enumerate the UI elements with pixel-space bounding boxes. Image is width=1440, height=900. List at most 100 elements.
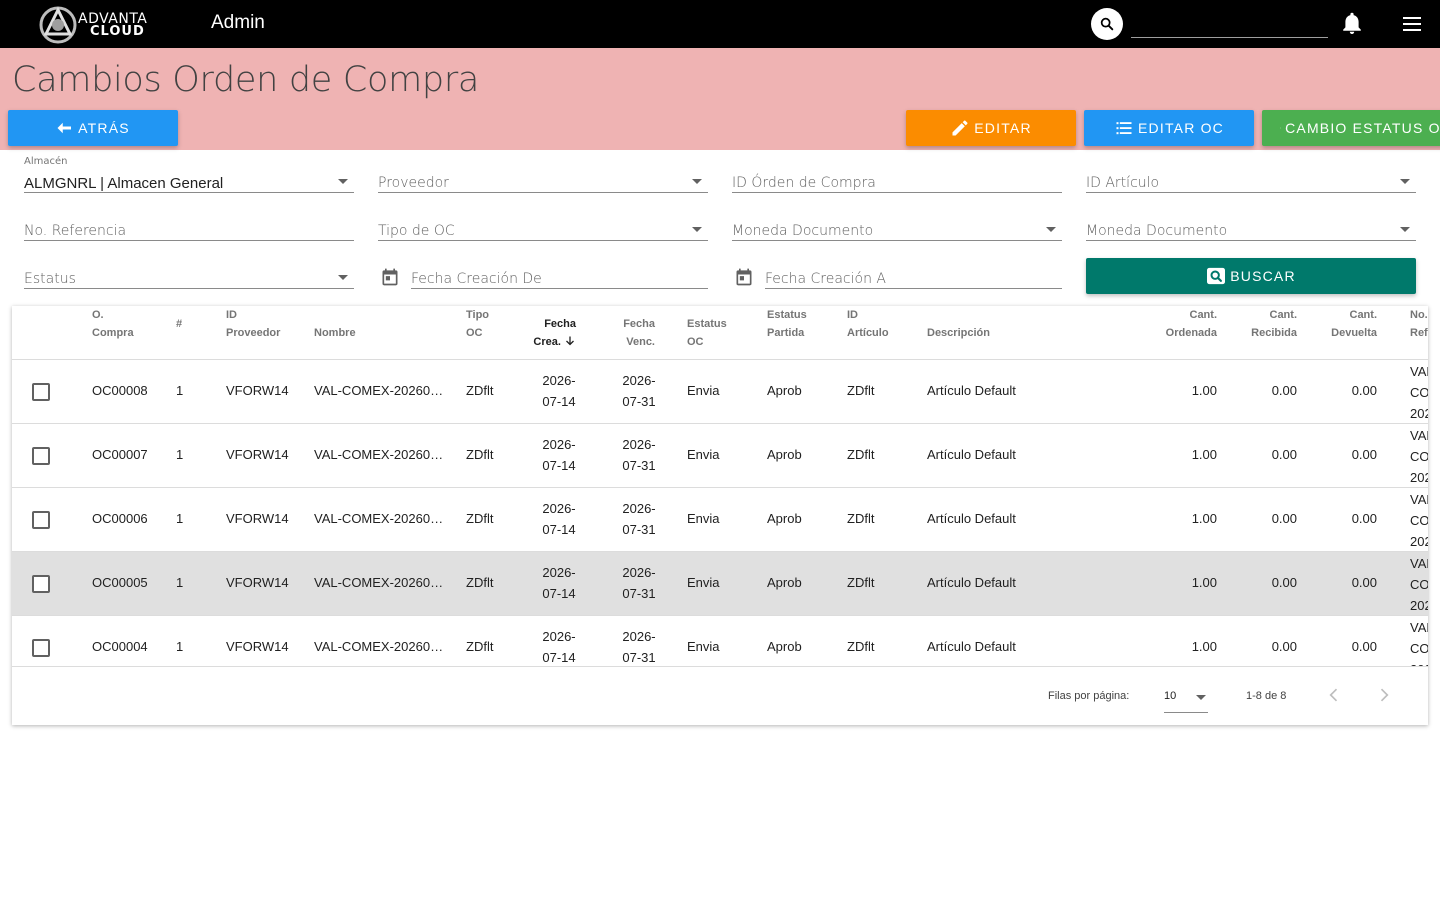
table-row[interactable]: OC00008 1 VFORW14 VAL-COMEX-20260… ZDflt… <box>12 360 1428 424</box>
table-row[interactable]: OC00007 1 VFORW14 VAL-COMEX-20260… ZDflt… <box>12 424 1428 488</box>
tipo-oc-select[interactable]: Tipo de OC <box>378 201 708 241</box>
col-header-oc[interactable]: O. Compra <box>92 306 134 342</box>
table-body: OC00008 1 VFORW14 VAL-COMEX-20260… ZDflt… <box>12 360 1428 666</box>
edit-button[interactable]: EDITAR <box>906 110 1076 146</box>
rows-per-page-value: 10 <box>1164 690 1177 702</box>
col-header-cant-devuelta[interactable]: Cant. Devuelta <box>1317 306 1377 342</box>
chevron-down-icon <box>338 275 348 280</box>
cell-nombre: VAL-COMEX-20260… <box>314 511 444 526</box>
cell-cant-devuelta: 0.00 <box>1351 447 1377 462</box>
fecha-creacion-a-input[interactable]: Fecha Creación A <box>765 249 1062 289</box>
list-icon <box>1116 122 1132 135</box>
cell-fecha-creacion: 2026- 07-14 <box>542 437 576 473</box>
cell-fecha-vencimiento: 2026- 07-31 <box>622 437 656 473</box>
cell-descripcion: Artículo Default <box>927 383 1016 398</box>
col-header-descripcion[interactable]: Descripción <box>927 324 990 342</box>
cell-fecha-vencimiento: 2026- 07-31 <box>622 501 656 537</box>
search-box-icon <box>1207 267 1226 285</box>
cell-num: 1 <box>176 575 184 590</box>
logo-mark-icon <box>39 6 77 44</box>
chevron-down-icon <box>1400 179 1410 184</box>
col-header-id-articulo[interactable]: ID Artículo <box>847 306 889 342</box>
global-search-input[interactable] <box>1131 10 1328 38</box>
row-checkbox[interactable] <box>32 447 50 465</box>
cell-fecha-creacion: 2026- 07-14 <box>542 373 576 409</box>
app-title: Admin <box>211 12 265 33</box>
cell-oc[interactable]: OC00005 <box>92 575 148 590</box>
bell-icon <box>1343 12 1361 34</box>
table-row[interactable]: OC00006 1 VFORW14 VAL-COMEX-20260… ZDflt… <box>12 488 1428 552</box>
col-header-tipo-oc[interactable]: Tipo OC <box>466 306 489 342</box>
cell-cant-devuelta: 0.00 <box>1351 639 1377 654</box>
row-checkbox[interactable] <box>32 639 50 657</box>
col-header-num[interactable]: # <box>176 315 182 333</box>
row-checkbox[interactable] <box>32 383 50 401</box>
main-menu-button[interactable] <box>1400 12 1424 36</box>
arrow-left-icon <box>57 122 72 134</box>
cell-num: 1 <box>176 383 184 398</box>
estatus-select[interactable]: Estatus <box>24 249 354 289</box>
cell-fecha-creacion: 2026- 07-14 <box>542 629 576 665</box>
cell-cant-ordenada: 1.00 <box>1191 383 1217 398</box>
search-submit-button[interactable]: BUSCAR <box>1086 258 1416 294</box>
cell-id-proveedor: VFORW14 <box>226 639 289 654</box>
cell-cant-recibida: 0.00 <box>1271 575 1297 590</box>
col-header-estatus-partida[interactable]: Estatus Partida <box>767 306 807 342</box>
chevron-right-icon[interactable] <box>1374 685 1394 705</box>
col-header-fecha-creacion[interactable]: Fecha Crea. <box>526 315 576 351</box>
col-header-nombre[interactable]: Nombre <box>314 324 356 342</box>
back-button[interactable]: ATRÁS <box>8 110 178 146</box>
cell-descripcion: Artículo Default <box>927 447 1016 462</box>
rows-per-page-select[interactable]: 10 <box>1164 681 1208 713</box>
notifications-button[interactable] <box>1340 12 1364 36</box>
col-header-no-referencia[interactable]: No. Ref <box>1410 306 1428 342</box>
no-referencia-input[interactable]: No. Referencia <box>24 201 354 241</box>
cell-oc[interactable]: OC00008 <box>92 383 148 398</box>
cell-nombre: VAL-COMEX-20260… <box>314 575 444 590</box>
almacen-select[interactable]: Almacén ALMGNRL | Almacen General <box>24 153 354 193</box>
cell-cant-recibida: 0.00 <box>1271 447 1297 462</box>
calendar-icon[interactable] <box>734 266 754 288</box>
moneda-documento-select[interactable]: Moneda Documento <box>732 201 1062 241</box>
advanta-cloud-logo[interactable]: ADVANTA CLOUD <box>36 4 158 44</box>
cell-oc[interactable]: OC00007 <box>92 447 148 462</box>
menu-icon <box>1403 17 1421 31</box>
table-row[interactable]: OC00004 1 VFORW14 VAL-COMEX-20260… ZDflt… <box>12 616 1428 666</box>
cell-id-articulo: ZDflt <box>847 575 875 590</box>
search-button[interactable] <box>1091 8 1123 40</box>
swap-icon <box>1280 127 1281 129</box>
id-articulo-placeholder: ID Artículo <box>1086 175 1160 191</box>
calendar-icon[interactable] <box>380 266 400 288</box>
search-submit-label: BUSCAR <box>1230 268 1296 284</box>
row-checkbox[interactable] <box>32 511 50 529</box>
cell-estatus-oc: Envia <box>687 383 720 398</box>
pencil-icon <box>952 120 968 136</box>
col-header-cant-ordenada[interactable]: Cant. Ordenada <box>1147 306 1217 342</box>
status-change-button[interactable]: CAMBIO ESTATUS OC <box>1262 110 1440 146</box>
proveedor-select[interactable]: Proveedor <box>378 153 708 193</box>
logo-text-line2: CLOUD <box>90 24 145 39</box>
col-header-id-proveedor[interactable]: ID Proveedor <box>226 306 280 342</box>
col-header-estatus-oc[interactable]: Estatus OC <box>687 315 727 351</box>
col-header-cant-recibida[interactable]: Cant. Recibida <box>1237 306 1297 342</box>
fecha-creacion-de-input[interactable]: Fecha Creación De <box>411 249 708 289</box>
row-checkbox[interactable] <box>32 575 50 593</box>
cell-oc[interactable]: OC00006 <box>92 511 148 526</box>
cell-fecha-creacion: 2026- 07-14 <box>542 501 576 537</box>
moneda-documento-select-2[interactable]: Moneda Documento <box>1086 201 1416 241</box>
table-row[interactable]: OC00005 1 VFORW14 VAL-COMEX-20260… ZDflt… <box>12 552 1428 616</box>
id-orden-input[interactable]: ID Órden de Compra <box>732 153 1062 193</box>
cell-oc[interactable]: OC00004 <box>92 639 148 654</box>
cell-fecha-vencimiento: 2026- 07-31 <box>622 629 656 665</box>
almacen-label: Almacén <box>24 156 68 167</box>
chevron-down-icon <box>692 227 702 232</box>
cell-tipo-oc: ZDflt <box>466 447 494 462</box>
id-articulo-select[interactable]: ID Artículo <box>1086 153 1416 193</box>
edit-oc-button[interactable]: EDITAR OC <box>1084 110 1254 146</box>
chevron-down-icon <box>1196 695 1206 700</box>
col-header-fecha-vencimiento[interactable]: Fecha Venc. <box>605 315 655 351</box>
chevron-left-icon[interactable] <box>1324 685 1344 705</box>
cell-id-articulo: ZDflt <box>847 511 875 526</box>
cell-tipo-oc: ZDflt <box>466 639 494 654</box>
orders-table-card: O. Compra # ID Proveedor Nombre Tipo OC Fec… <box>12 306 1428 725</box>
